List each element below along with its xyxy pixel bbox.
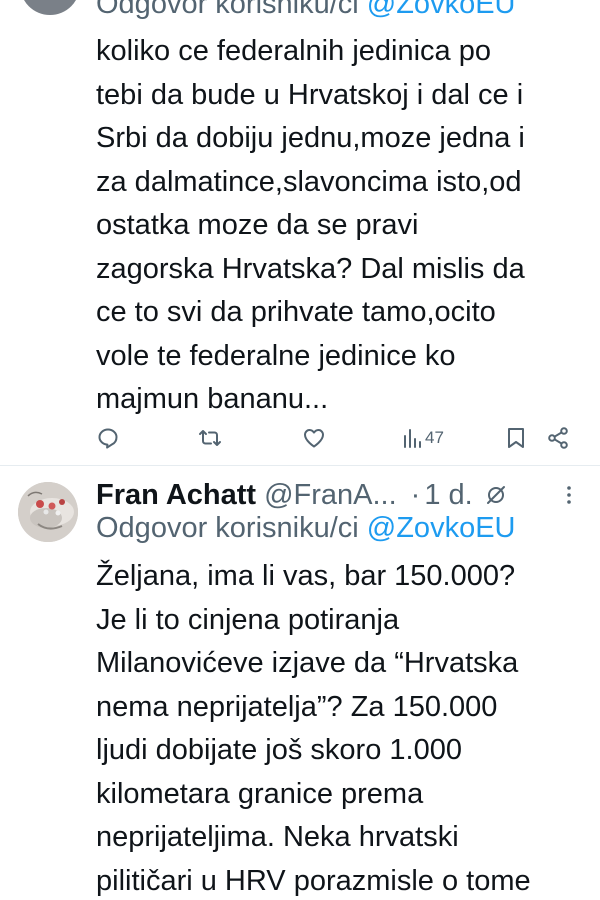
avatar-tweet-1[interactable]	[20, 0, 80, 15]
author-name[interactable]: Fran Achatt	[96, 479, 256, 512]
bookmark-button[interactable]	[505, 418, 527, 458]
reply-button[interactable]	[96, 418, 120, 458]
timestamp[interactable]: 1 d.	[424, 479, 472, 512]
timeline: Odgovor korisniku/ci @ZovkoEU koliko ce …	[0, 0, 600, 900]
reply-prefix-2: Odgovor korisniku/ci	[96, 512, 359, 544]
tweet-text-2: Željana, ima li vas, bar 150.000? Je li …	[96, 560, 531, 897]
reply-prefix: Odgovor korisniku/ci	[96, 0, 359, 20]
bookmark-icon	[508, 428, 524, 448]
views-button[interactable]: 47	[402, 418, 444, 458]
reply-handle-link-2[interactable]: @ZovkoEU	[367, 512, 516, 544]
edited-icon[interactable]	[485, 484, 507, 506]
retweet-icon	[199, 430, 221, 446]
avatar-image	[18, 482, 78, 542]
avatar-tweet-2[interactable]	[18, 482, 78, 542]
reply-icon	[98, 428, 118, 449]
reply-context-2: Odgovor korisniku/ci @ZovkoEU	[96, 512, 515, 545]
tweet-2-header: Fran Achatt @FranA... · 1 d.	[96, 475, 507, 515]
reply-handle-link[interactable]: @ZovkoEU	[367, 0, 516, 20]
tweet-1[interactable]: Odgovor korisniku/ci @ZovkoEU koliko ce …	[0, 0, 600, 465]
like-icon	[304, 429, 324, 448]
share-button[interactable]	[546, 418, 570, 458]
views-icon	[404, 429, 421, 448]
reply-context: Odgovor korisniku/ci @ZovkoEU	[96, 0, 515, 21]
like-button[interactable]	[302, 418, 326, 458]
tweet-actions: 47	[0, 418, 600, 458]
author-handle[interactable]: @FranA...	[264, 479, 397, 512]
share-icon	[548, 427, 568, 449]
separator-dot: ·	[410, 478, 421, 511]
views-count: 47	[425, 428, 444, 447]
retweet-button[interactable]	[197, 418, 223, 458]
tweet-text: koliko ce federalnih jedinica po tebi da…	[96, 35, 525, 415]
more-options-icon[interactable]	[560, 485, 578, 510]
